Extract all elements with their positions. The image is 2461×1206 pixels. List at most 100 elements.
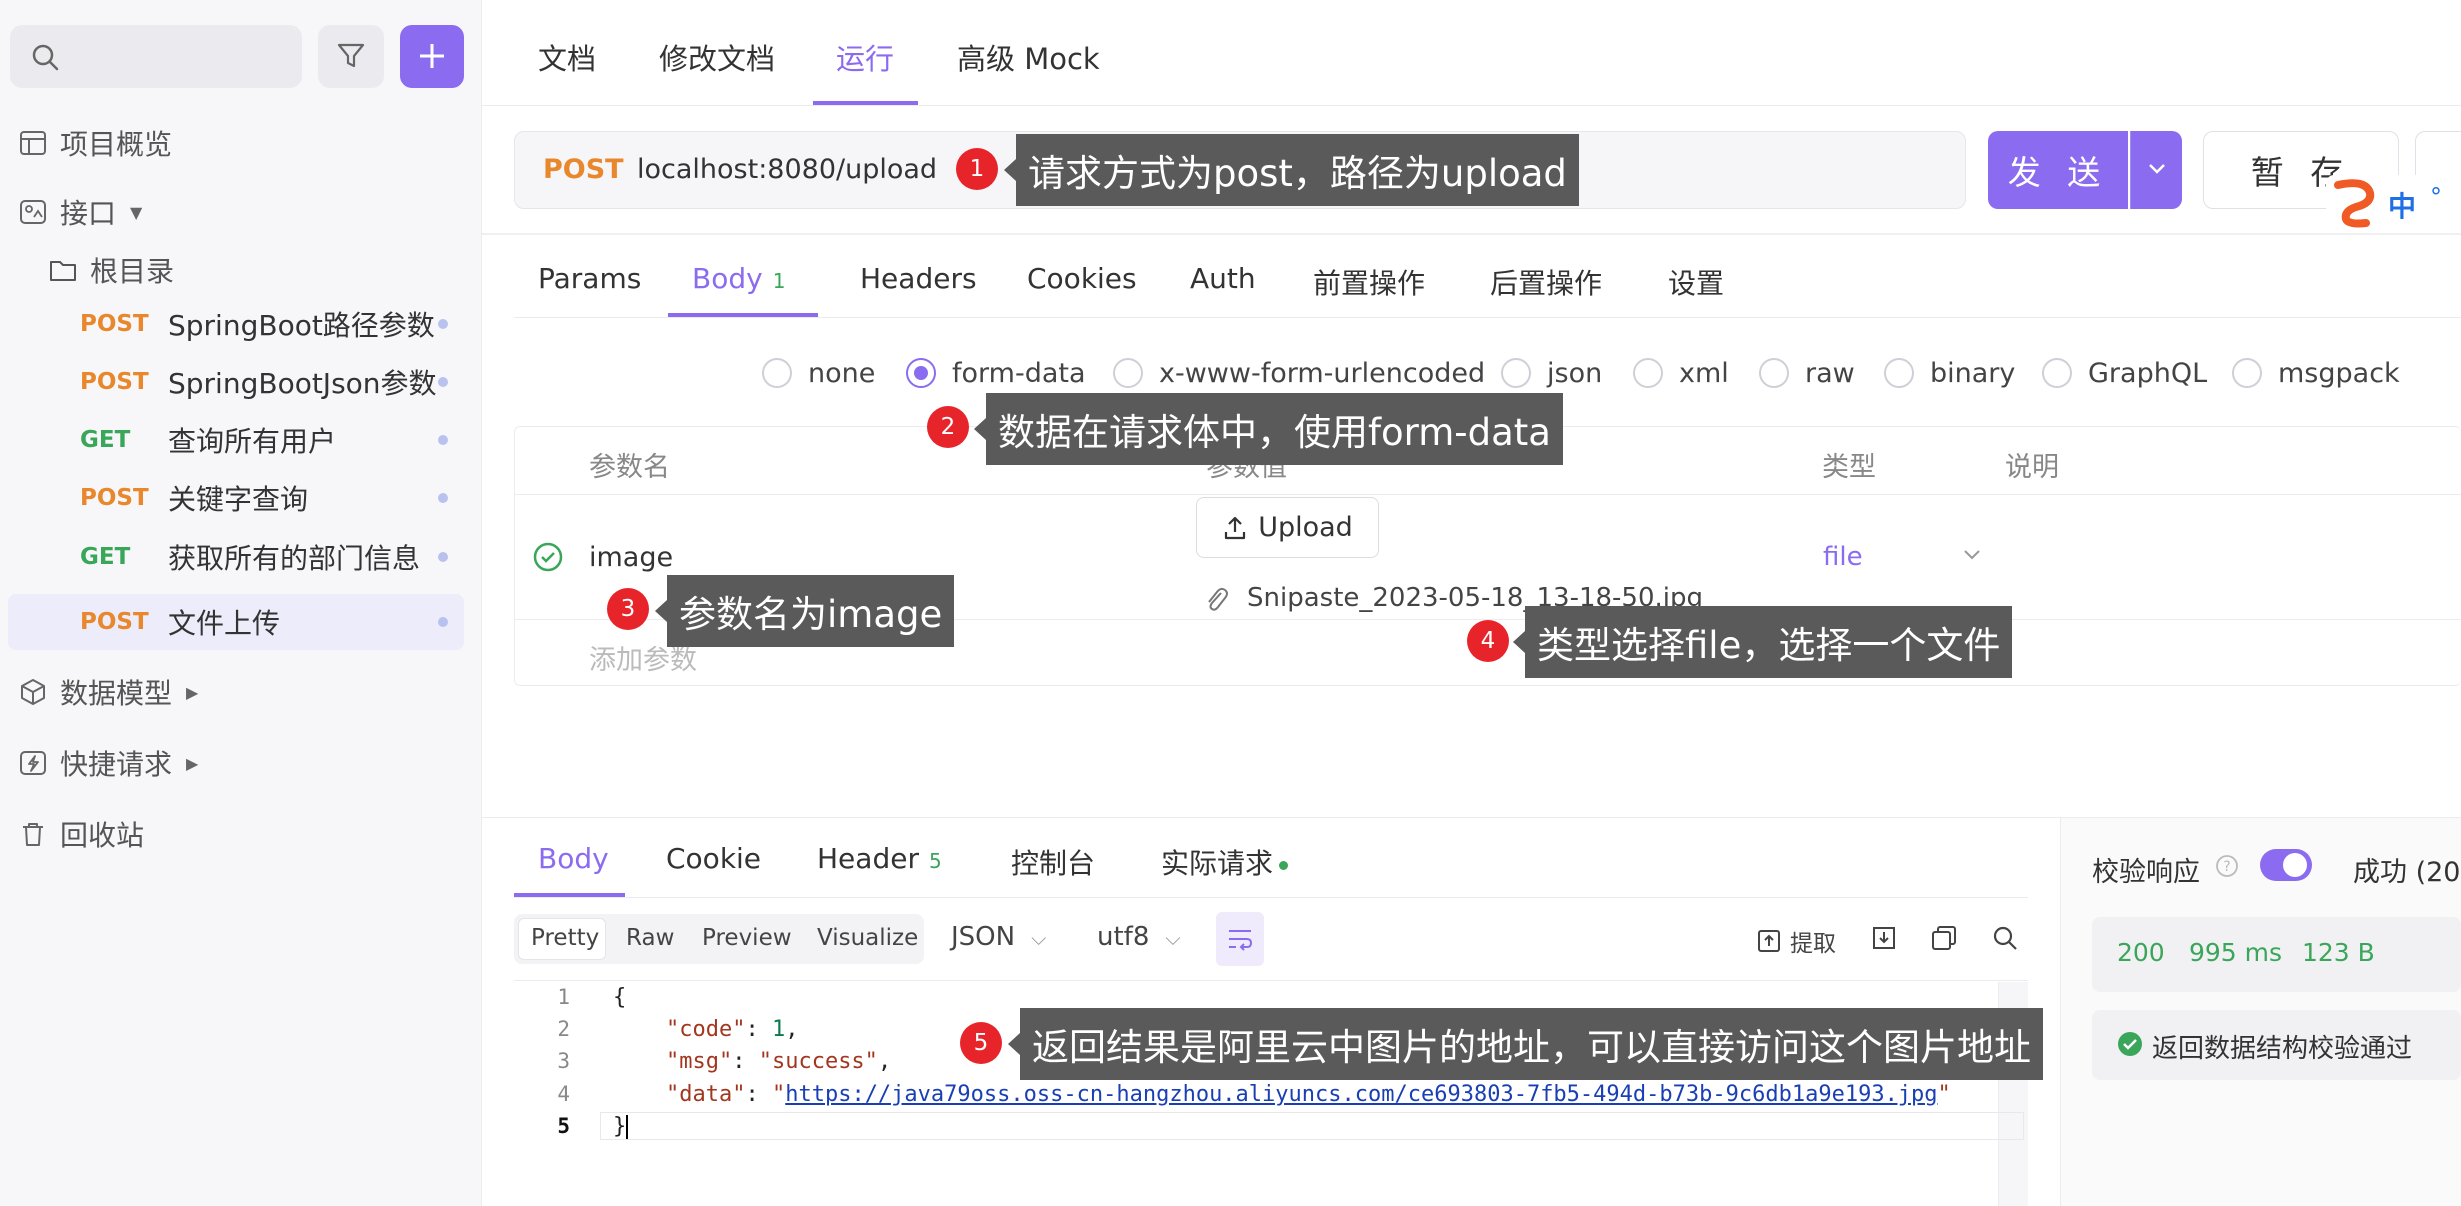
wrap-toggle-button[interactable]	[1216, 912, 1264, 966]
nav-overview-label: 项目概览	[60, 128, 173, 161]
tab-advanced-mock[interactable]: 高级 Mock	[957, 36, 1100, 78]
api-item[interactable]: POST SpringBoot路径参数	[8, 296, 464, 352]
nav-root-folder[interactable]: 根目录	[48, 246, 174, 294]
radio-none[interactable]: none	[762, 356, 875, 390]
type-select[interactable]: file	[1823, 542, 1863, 572]
encoding-label: utf8	[1097, 922, 1150, 952]
api-item[interactable]: GET 获取所有的部门信息	[8, 529, 464, 585]
radio-label: msgpack	[2278, 357, 2400, 389]
divider	[514, 897, 2028, 898]
radio-label: GraphQL	[2088, 357, 2208, 389]
status-dot	[438, 552, 448, 562]
nav-overview[interactable]: 项目概览	[18, 119, 172, 167]
api-item[interactable]: POST SpringBootJson参数	[8, 354, 464, 410]
tab-body[interactable]: Body 1	[692, 262, 785, 295]
radio-form-data[interactable]: form-data	[906, 356, 1086, 390]
api-item[interactable]: POST 关键字查询	[8, 470, 464, 526]
resp-tab-header[interactable]: Header 5	[817, 842, 942, 875]
success-select[interactable]: 成功 (200	[2353, 850, 2461, 889]
divider	[482, 233, 2461, 235]
code-line: }	[613, 1114, 629, 1139]
view-raw[interactable]: Raw	[626, 925, 674, 951]
extract-button[interactable]: 提取	[1756, 924, 1836, 958]
radio-msgpack[interactable]: msgpack	[2232, 356, 2400, 390]
radio-raw[interactable]: raw	[1759, 356, 1855, 390]
annotation-callout: 数据在请求体中，使用form-data	[974, 393, 1563, 465]
filter-button[interactable]	[318, 25, 384, 88]
nav-api-label: 接口	[60, 197, 117, 230]
trash-icon	[23, 823, 43, 846]
status-dot	[438, 377, 448, 387]
verify-toggle[interactable]	[2260, 849, 2312, 881]
annotation-number: 3	[607, 588, 649, 630]
ime-indicator: 中 °	[2326, 175, 2461, 231]
url-path[interactable]: localhost:8080/upload	[637, 154, 937, 185]
response-size: 123 B	[2302, 938, 2375, 967]
api-item[interactable]: GET 查询所有用户	[8, 412, 464, 468]
resp-tab-cookie[interactable]: Cookie	[666, 842, 761, 875]
tab-headers[interactable]: Headers	[860, 262, 977, 295]
help-icon[interactable]: ?	[2214, 853, 2240, 879]
column-header-name: 参数名	[589, 452, 670, 483]
param-name-field[interactable]: image	[589, 542, 673, 573]
nav-recycle[interactable]: 回收站	[18, 810, 144, 858]
add-button[interactable]	[400, 25, 464, 88]
radio-circle	[906, 358, 936, 388]
tab-auth[interactable]: Auth	[1190, 262, 1256, 295]
api-name: 文件上传	[168, 607, 281, 640]
radio-graphql[interactable]: GraphQL	[2042, 356, 2207, 390]
api-item-active[interactable]: POST 文件上传	[8, 594, 464, 650]
cube-icon	[21, 679, 45, 705]
radio-xml[interactable]: xml	[1633, 356, 1729, 390]
code-line: "code": 1,	[665, 1017, 799, 1042]
current-line-highlight	[600, 1112, 2024, 1140]
radio-json[interactable]: json	[1501, 356, 1602, 390]
view-visualize[interactable]: Visualize	[817, 925, 918, 951]
view-preview[interactable]: Preview	[702, 925, 792, 951]
search-input[interactable]	[10, 25, 302, 88]
tab-body-label: Body	[692, 262, 763, 295]
upload-button[interactable]: Upload	[1196, 497, 1379, 558]
status-dot	[1279, 860, 1289, 870]
nav-data-model-label: 数据模型	[60, 677, 173, 710]
send-button[interactable]: 发 送	[1988, 131, 2128, 209]
search-icon[interactable]	[1991, 924, 2019, 952]
tab-post-operations[interactable]: 后置操作	[1490, 262, 1602, 302]
method-select[interactable]: POST	[543, 154, 624, 185]
radio-x-www-form-urlencoded[interactable]: x-www-form-urlencoded	[1113, 356, 1485, 390]
resp-tab-body[interactable]: Body	[538, 842, 609, 875]
tab-edit-doc[interactable]: 修改文档	[659, 36, 775, 78]
nav-api[interactable]: 接口 ▼	[18, 188, 142, 236]
upload-icon	[1225, 516, 1246, 539]
closing-brace: }	[613, 1114, 627, 1139]
tab-settings[interactable]: 设置	[1668, 262, 1724, 302]
copy-icon[interactable]	[1930, 924, 1958, 952]
api-name: SpringBootJson参数	[168, 367, 437, 400]
method-badge: POST	[80, 369, 149, 395]
text-cursor	[626, 1115, 629, 1139]
view-pretty[interactable]: Pretty	[531, 925, 599, 951]
send-dropdown-button[interactable]	[2130, 131, 2182, 209]
tab-pre-operations[interactable]: 前置操作	[1313, 262, 1425, 302]
encoding-select[interactable]: utf8 ⌵	[1097, 922, 1181, 952]
radio-label: none	[808, 357, 876, 389]
tab-cookies[interactable]: Cookies	[1027, 262, 1137, 295]
json-url-link[interactable]: https://java79oss.oss-cn-hangzhou.aliyun…	[785, 1082, 1937, 1107]
code-line: "data": "https://java79oss.oss-cn-hangzh…	[665, 1082, 1951, 1107]
download-icon[interactable]	[1870, 924, 1898, 952]
radio-binary[interactable]: binary	[1884, 356, 2015, 390]
radio-circle	[1884, 358, 1914, 388]
tab-run[interactable]: 运行	[836, 36, 894, 78]
validation-result-text: 返回数据结构校验通过	[2152, 1034, 2413, 1064]
format-select[interactable]: JSON ⌵	[951, 922, 1046, 952]
resp-tab-actual-request[interactable]: 实际请求	[1161, 842, 1289, 882]
check-circle-icon[interactable]	[532, 541, 564, 573]
divider	[482, 105, 2461, 106]
tab-params[interactable]: Params	[538, 262, 641, 295]
nav-data-model[interactable]: 数据模型 ▶	[18, 668, 198, 716]
resp-tab-console[interactable]: 控制台	[1011, 842, 1095, 882]
nav-quick-request[interactable]: 快捷请求 ▶	[18, 739, 198, 787]
tab-doc[interactable]: 文档	[538, 36, 596, 78]
chevron-down-icon[interactable]	[1960, 545, 1984, 565]
line-number: 4	[557, 1082, 570, 1106]
